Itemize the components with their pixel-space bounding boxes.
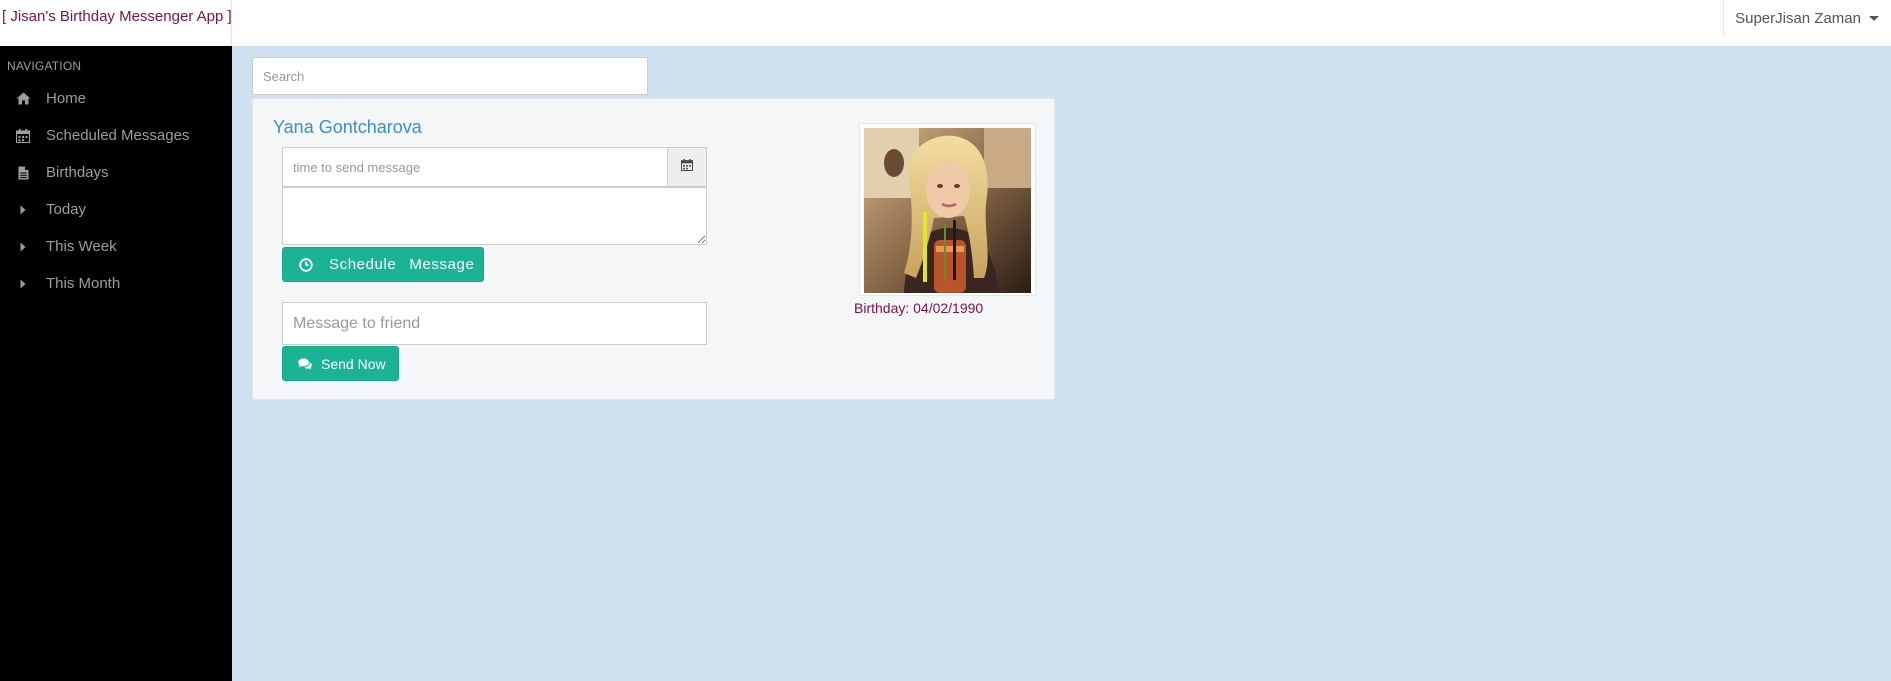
home-icon xyxy=(0,92,46,105)
sidebar: NAVIGATION Home Scheduled Messages Birth… xyxy=(0,46,232,681)
friend-birthday: Birthday: 04/02/1990 xyxy=(854,300,984,316)
schedule-message-button[interactable]: Schedule Message xyxy=(282,247,484,282)
clock-icon xyxy=(299,257,313,272)
sidebar-item-this-week[interactable]: This Week xyxy=(0,228,232,265)
schedule-button-label: Schedule xyxy=(329,256,397,273)
send-now-button[interactable]: Send Now xyxy=(282,346,399,381)
schedule-time-group xyxy=(282,147,707,187)
caret-right-icon xyxy=(0,279,46,289)
sidebar-item-label: Scheduled Messages xyxy=(46,127,190,144)
schedule-button-label-2: Message xyxy=(409,256,475,273)
message-to-friend-input[interactable] xyxy=(282,302,707,345)
friend-card: Yana Gontcharova Schedule Message Send N… xyxy=(252,98,1055,400)
calendar-icon xyxy=(680,158,694,176)
schedule-time-input[interactable] xyxy=(282,147,668,187)
brand-title[interactable]: [ Jisan's Birthday Messenger App ] xyxy=(2,8,232,25)
send-button-label: Send Now xyxy=(321,355,386,372)
sidebar-item-label: This Week xyxy=(46,238,117,255)
user-name[interactable]: SuperJisan Zaman xyxy=(1735,10,1861,27)
sidebar-item-label: Home xyxy=(46,90,87,107)
sidebar-item-scheduled-messages[interactable]: Scheduled Messages xyxy=(0,117,232,154)
calendar-picker-button[interactable] xyxy=(668,147,707,187)
sidebar-item-label: Birthdays xyxy=(46,164,109,181)
friend-photo xyxy=(859,123,1036,296)
scheduled-message-textarea[interactable] xyxy=(282,187,707,245)
sidebar-item-home[interactable]: Home xyxy=(0,80,232,117)
user-menu[interactable]: SuperJisan Zaman xyxy=(1723,0,1891,36)
top-navbar: [ Jisan's Birthday Messenger App ] Super… xyxy=(0,0,1891,46)
sidebar-item-birthdays[interactable]: Birthdays xyxy=(0,154,232,191)
sidebar-item-this-month[interactable]: This Month xyxy=(0,265,232,302)
sidebar-item-label: Today xyxy=(46,201,87,218)
nav-header: NAVIGATION xyxy=(7,59,82,73)
brand: [ Jisan's Birthday Messenger App ] xyxy=(0,0,232,46)
file-icon xyxy=(0,166,46,180)
comments-icon xyxy=(298,358,312,370)
search-input[interactable] xyxy=(252,57,648,95)
sidebar-item-today[interactable]: Today xyxy=(0,191,232,228)
caret-right-icon xyxy=(0,205,46,215)
chevron-down-icon[interactable] xyxy=(1869,15,1879,21)
profile-photo-image xyxy=(864,128,1031,293)
sidebar-item-label: This Month xyxy=(46,275,121,292)
friend-name[interactable]: Yana Gontcharova xyxy=(273,117,422,138)
caret-right-icon xyxy=(0,242,46,252)
calendar-icon xyxy=(0,128,46,143)
